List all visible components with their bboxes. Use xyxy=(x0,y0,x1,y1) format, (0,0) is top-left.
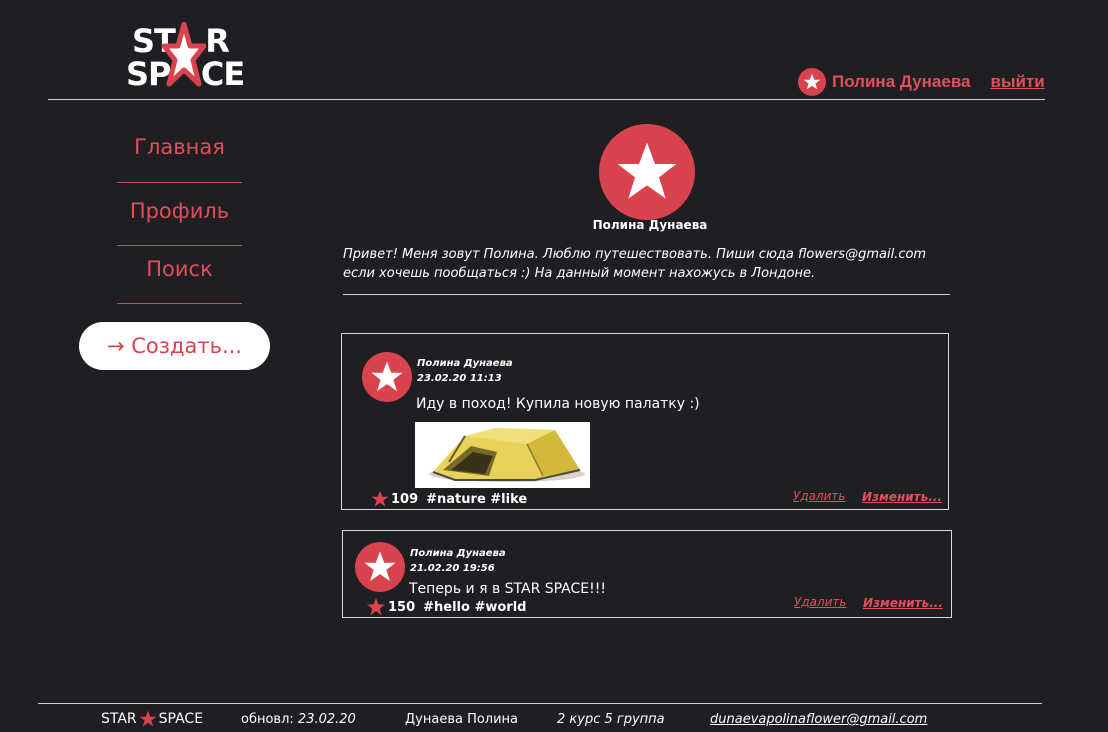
create-button[interactable]: → Создать... xyxy=(79,322,270,370)
post-card: Полина Дунаева 21.02.20 19:56 Теперь и я… xyxy=(342,530,952,618)
star-icon xyxy=(139,710,156,727)
sidebar-divider xyxy=(117,182,242,183)
post-author[interactable]: Полина Дунаева xyxy=(410,548,506,559)
post-image xyxy=(415,422,590,488)
profile-bio: Привет! Меня зовут Полина. Люблю путешес… xyxy=(343,245,983,283)
likes: 150 #hello #world xyxy=(366,597,526,617)
sidebar-item-search[interactable]: Поиск xyxy=(117,257,242,281)
bio-line: Привет! Меня зовут Полина. Люблю путешес… xyxy=(343,247,927,262)
footer-logo-right: SPACE xyxy=(158,711,204,727)
sidebar-item-profile[interactable]: Профиль xyxy=(117,199,242,223)
logout-link[interactable]: выйти xyxy=(991,72,1045,92)
footer-group: 2 курс 5 группа xyxy=(557,712,665,727)
header-user-name[interactable]: Полина Дунаева xyxy=(832,72,971,92)
star-icon xyxy=(617,142,677,199)
header-divider xyxy=(48,99,1045,100)
star-like-icon[interactable] xyxy=(366,597,386,617)
post-text: Теперь и я в STAR SPACE!!! xyxy=(409,581,606,597)
bio-line: если хочешь пообщаться :) На данный моме… xyxy=(343,266,816,281)
post-avatar[interactable] xyxy=(362,352,412,402)
footer-logo-left: STAR xyxy=(101,711,137,727)
like-count: 150 xyxy=(388,599,416,615)
delete-button[interactable]: Удалить xyxy=(793,489,846,503)
edit-button[interactable]: Изменить... xyxy=(862,490,942,504)
star-logo-icon xyxy=(162,22,206,87)
sidebar-item-home[interactable]: Главная xyxy=(117,135,242,159)
star-icon xyxy=(803,73,821,90)
footer-divider xyxy=(38,703,1042,704)
sidebar-divider xyxy=(117,245,242,246)
post-tags[interactable]: #nature #like xyxy=(426,492,527,507)
tent-image xyxy=(429,428,585,482)
likes: 109 #nature #like xyxy=(371,490,527,508)
footer-updated: обновл: 23.02.20 xyxy=(241,712,356,727)
footer-updated-date: 23.02.20 xyxy=(297,712,356,727)
post-tags[interactable]: #hello #world xyxy=(423,600,526,615)
bio-divider xyxy=(343,294,950,295)
logo[interactable]: ST R SP CE xyxy=(124,22,249,94)
footer-updated-label: обновл: xyxy=(241,712,294,727)
post-author[interactable]: Полина Дунаева xyxy=(417,358,513,369)
footer-author: Дунаева Полина xyxy=(405,712,519,727)
star-icon xyxy=(371,361,403,392)
star-like-icon[interactable] xyxy=(371,490,389,508)
footer-logo[interactable]: STAR SPACE xyxy=(101,710,203,728)
post-text: Иду в поход! Купила новую палатку :) xyxy=(416,396,700,412)
post-avatar[interactable] xyxy=(355,542,405,592)
delete-button[interactable]: Удалить xyxy=(794,595,847,609)
post-date: 23.02.20 11:13 xyxy=(417,373,502,384)
profile-name: Полина Дунаева xyxy=(592,218,708,232)
like-count: 109 xyxy=(391,491,419,507)
footer-email-link[interactable]: dunaevapolinaflower@gmail.com xyxy=(710,712,927,727)
post-date: 21.02.20 19:56 xyxy=(410,563,495,574)
header-user: Полина Дунаева выйти xyxy=(798,68,1045,96)
avatar[interactable] xyxy=(798,68,826,96)
profile-avatar xyxy=(599,124,695,220)
star-icon xyxy=(364,551,396,582)
sidebar-divider xyxy=(117,303,242,304)
edit-button[interactable]: Изменить... xyxy=(863,596,943,610)
post-card: Полина Дунаева 23.02.20 11:13 Иду в похо… xyxy=(341,333,949,510)
